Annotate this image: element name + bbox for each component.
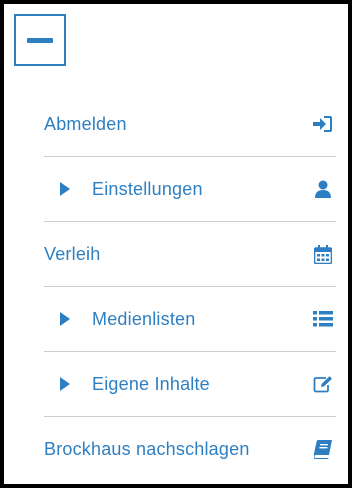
menu-item-einstellungen[interactable]: Einstellungen: [44, 157, 336, 222]
menu-item-label: Einstellungen: [92, 178, 203, 199]
sign-in-icon: [312, 113, 334, 135]
menu-item-label: Brockhaus nachschlagen: [44, 438, 250, 459]
minus-icon: [27, 37, 53, 43]
menu-list: Abmelden Einstellungen Verleih Medienlis…: [44, 92, 336, 481]
book-icon: [312, 438, 334, 460]
menu-item-abmelden[interactable]: Abmelden: [44, 92, 336, 157]
menu-item-verleih[interactable]: Verleih: [44, 222, 336, 287]
menu-item-label: Eigene Inhalte: [92, 373, 210, 394]
menu-panel: Abmelden Einstellungen Verleih Medienlis…: [0, 0, 352, 488]
caret-right-icon: [60, 182, 70, 196]
user-icon: [312, 178, 334, 200]
list-icon: [312, 308, 334, 330]
caret-right-icon: [60, 377, 70, 391]
caret-right-icon: [60, 312, 70, 326]
calendar-icon: [312, 243, 334, 265]
menu-item-brockhaus[interactable]: Brockhaus nachschlagen: [44, 417, 336, 481]
menu-item-label: Abmelden: [44, 113, 127, 134]
menu-item-label: Verleih: [44, 243, 101, 264]
edit-icon: [312, 373, 334, 395]
menu-item-eigene-inhalte[interactable]: Eigene Inhalte: [44, 352, 336, 417]
collapse-menu-button[interactable]: [14, 14, 66, 66]
menu-item-label: Medienlisten: [92, 308, 196, 329]
menu-item-medienlisten[interactable]: Medienlisten: [44, 287, 336, 352]
